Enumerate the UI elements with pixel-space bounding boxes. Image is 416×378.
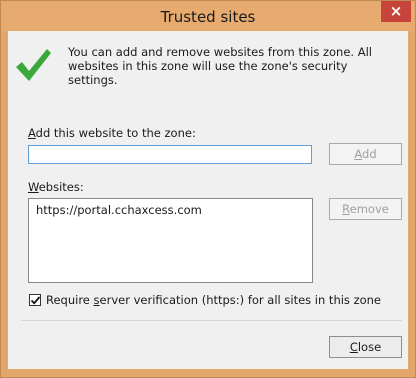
add-website-label: Add this website to the zone: [28,126,196,140]
remove-button-accel: R [342,202,350,216]
add-website-label-text: dd this website to the zone: [35,126,196,140]
remove-button[interactable]: Remove [329,198,402,220]
close-button-text: lose [357,340,382,354]
remove-button-text: emove [349,202,389,216]
add-button-text: dd [362,147,377,161]
checkbox-check-icon [30,296,41,305]
add-button[interactable]: Add [329,143,402,165]
add-website-label-accel: A [28,126,36,140]
checkmark-icon [16,49,51,81]
info-text: You can add and remove websites from thi… [68,45,372,87]
websites-label: Websites: [28,180,84,194]
dialog-title: Trusted sites [160,8,256,26]
trusted-sites-dialog: Trusted sites × You can add and remove w… [0,0,416,378]
require-label-pre: Require [46,293,94,307]
separator [21,320,402,321]
add-button-accel: A [354,147,363,161]
dialog-body: You can add and remove websites from thi… [8,31,408,369]
require-verification-checkbox[interactable] [29,294,41,306]
title-bar[interactable]: Trusted sites × [1,1,415,31]
websites-label-text: ebsites: [38,180,84,194]
list-item[interactable]: https://portal.cchaxcess.com [29,199,312,217]
close-button[interactable]: Close [329,336,402,358]
require-label-text: erver verification (https:) for all site… [99,293,382,307]
require-verification-label[interactable]: Require server verification (https:) for… [46,293,381,307]
close-icon[interactable]: × [381,1,411,22]
close-button-accel: C [349,340,358,354]
websites-label-accel: W [28,180,39,194]
add-website-input[interactable] [28,145,312,164]
websites-list[interactable]: https://portal.cchaxcess.com [28,198,313,283]
